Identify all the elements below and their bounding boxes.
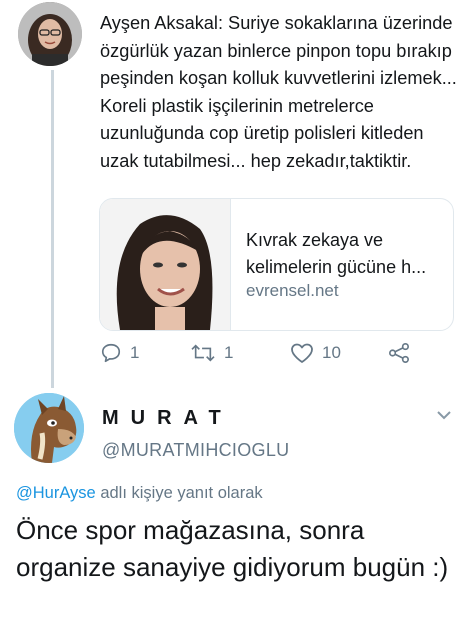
display-name[interactable]: MURAT bbox=[102, 407, 233, 430]
reply-count: 1 bbox=[130, 343, 140, 362]
share-icon bbox=[388, 342, 410, 364]
reply-mention-link[interactable]: @HurAyse bbox=[16, 484, 96, 502]
retweet-button[interactable]: 1 bbox=[190, 342, 233, 364]
avatar[interactable] bbox=[18, 2, 82, 66]
retweet-count: 1 bbox=[224, 343, 234, 362]
tweet-actions: 1 1 10 bbox=[100, 342, 440, 368]
share-button[interactable] bbox=[388, 342, 410, 364]
heart-icon bbox=[290, 342, 314, 364]
tweet-text: Ayşen Aksakal: Suriye sokaklarına üzerin… bbox=[100, 13, 457, 171]
chevron-down-icon[interactable] bbox=[436, 408, 452, 426]
reply-context: @HurAyse adlı kişiye yanıt olarak bbox=[16, 484, 263, 503]
tweet-text: Önce spor mağazasına, sonra organize san… bbox=[16, 515, 449, 582]
card-domain: evrensel.net bbox=[246, 281, 339, 300]
link-preview-card[interactable]: Kıvrak zekaya ve kelimelerin gücüne h...… bbox=[99, 198, 454, 331]
avatar[interactable] bbox=[14, 393, 84, 463]
user-handle[interactable]: @MURATMIHCIOGLU bbox=[102, 440, 289, 461]
card-title: Kıvrak zekaya ve kelimelerin gücüne h... bbox=[246, 230, 427, 277]
reply-icon bbox=[100, 342, 122, 364]
retweet-icon bbox=[190, 342, 216, 364]
reply-button[interactable]: 1 bbox=[100, 342, 139, 364]
like-button[interactable]: 10 bbox=[290, 342, 341, 364]
card-thumbnail bbox=[100, 199, 231, 330]
like-count: 10 bbox=[322, 343, 341, 362]
thread-connector-line bbox=[51, 70, 54, 388]
reply-context-text: adlı kişiye yanıt olarak bbox=[95, 484, 263, 502]
